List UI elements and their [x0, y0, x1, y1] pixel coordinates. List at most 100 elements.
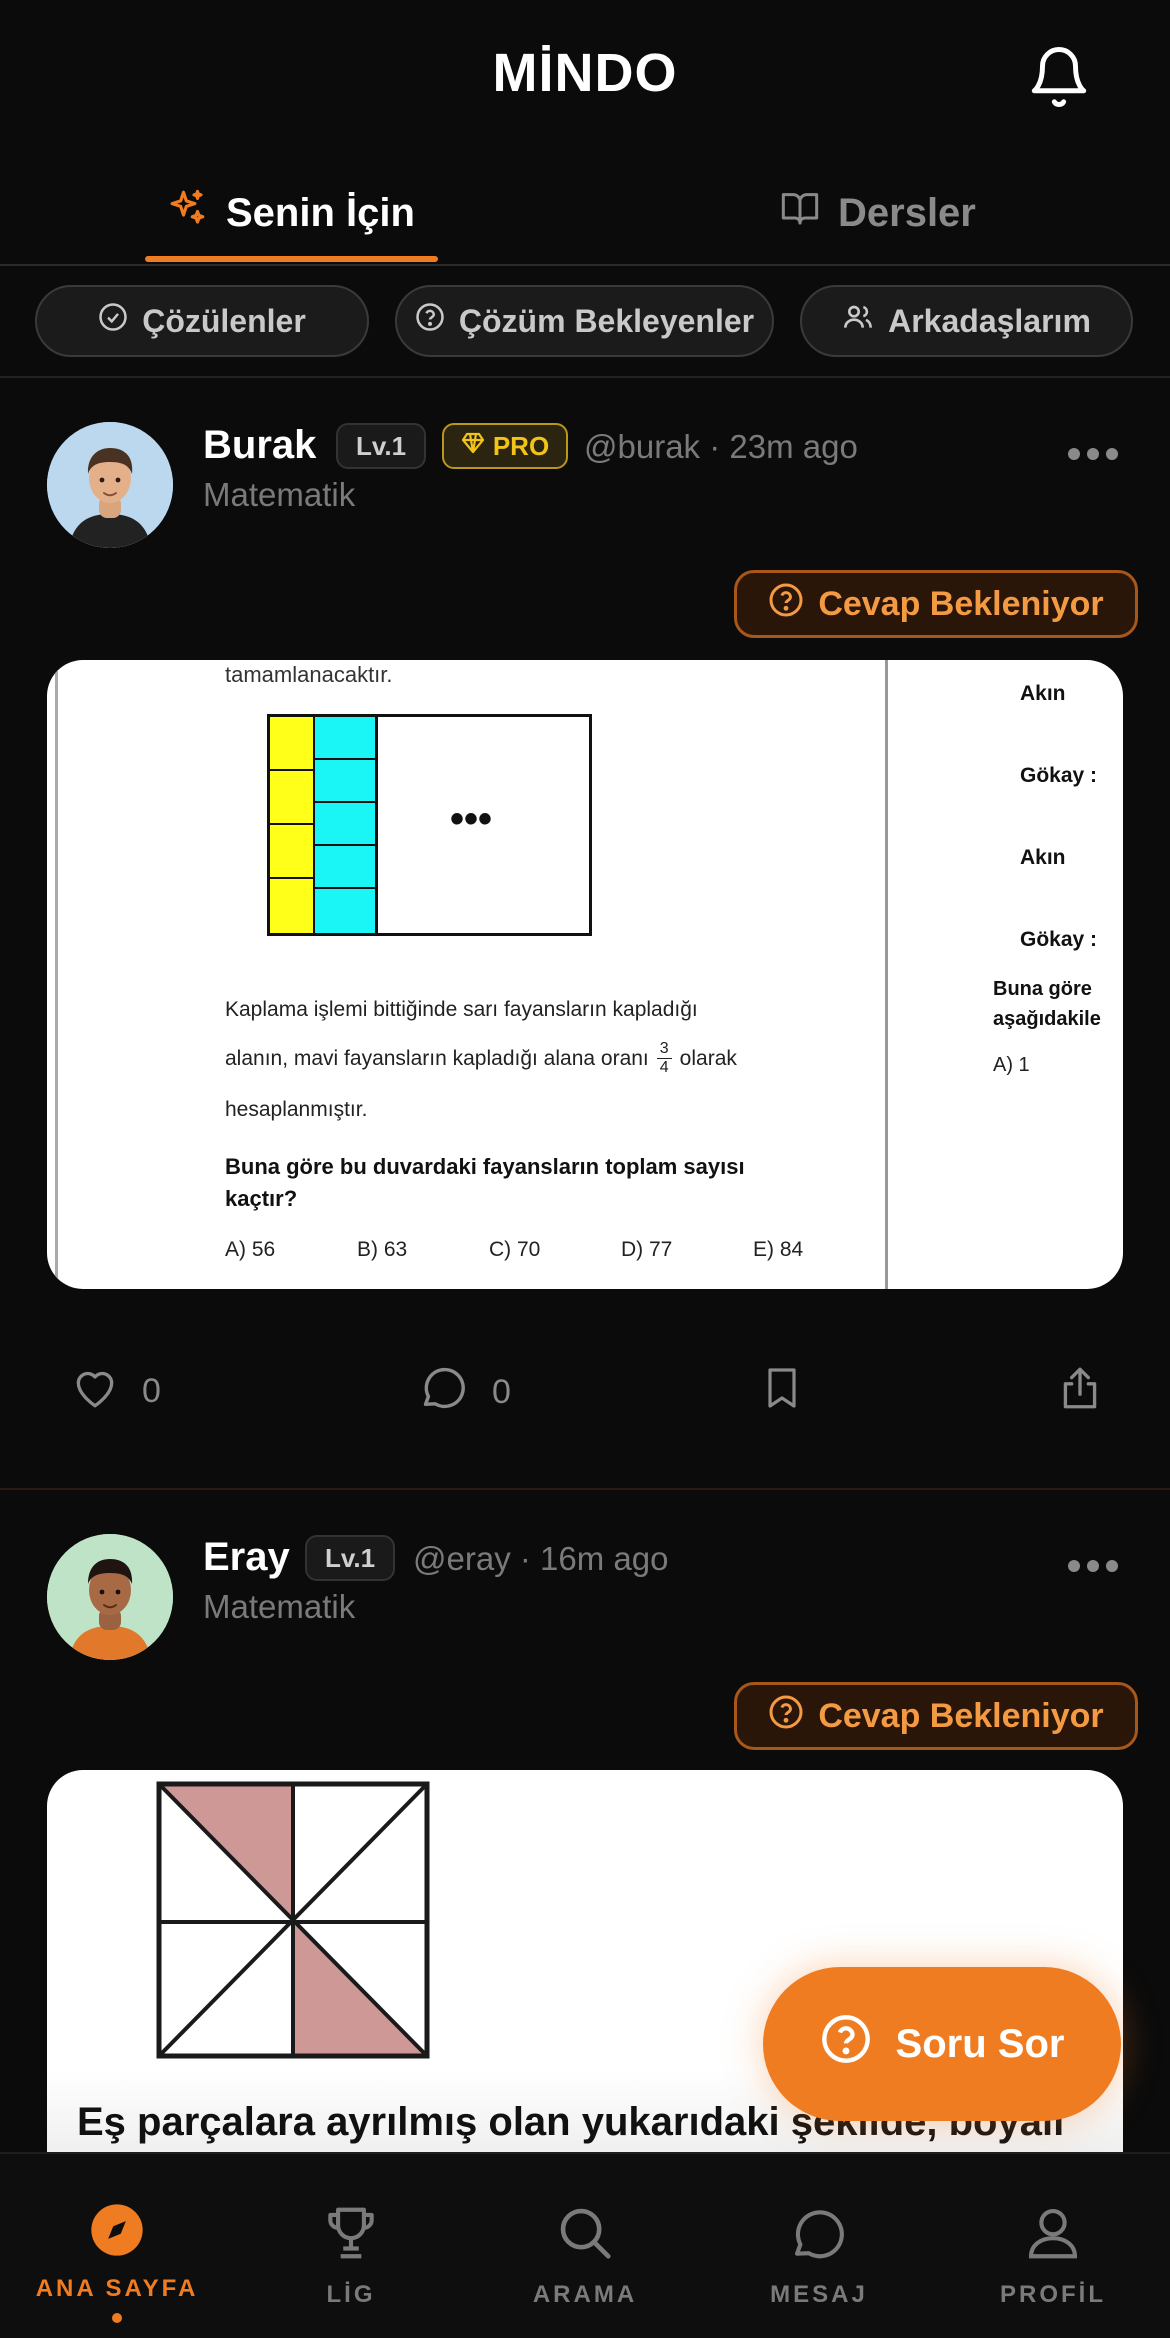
bookmark-button[interactable] — [758, 1362, 806, 1423]
nav-label: MESAJ — [770, 2281, 868, 2308]
ask-question-button[interactable]: Soru Sor — [763, 1967, 1121, 2121]
answer-option: B) 63 — [357, 1238, 408, 1261]
filter-arkadaslarim[interactable]: Arkadaşlarım — [800, 285, 1133, 357]
post-subject: Matematik — [203, 476, 356, 513]
status-label: Cevap Bekleniyor — [818, 584, 1104, 623]
book-icon — [780, 188, 820, 238]
filter-label: Çözülenler — [142, 302, 306, 339]
check-circle-icon — [98, 302, 128, 340]
avatar[interactable] — [47, 422, 173, 548]
nav-label: LİG — [326, 2281, 376, 2308]
fab-label: Soru Sor — [895, 2021, 1065, 2066]
level-badge: Lv.1 — [336, 423, 426, 469]
sparkles-icon — [166, 187, 208, 239]
filter-chips: Çözülenler Çözüm Bekleyenler Arkadaşları… — [0, 285, 1170, 377]
question-text: alanın, mavi fayansların kapladığı alana… — [225, 1046, 649, 1070]
side-text: Akın — [1020, 846, 1066, 869]
status-label: Cevap Bekleniyor — [818, 1696, 1104, 1735]
question-text-line: alanın, mavi fayansların kapladığı alana… — [225, 1040, 737, 1077]
nav-arama[interactable]: ARAMA — [468, 2154, 702, 2338]
answer-option: E) 84 — [753, 1238, 804, 1261]
side-text: Gökay : — [1020, 928, 1098, 951]
chat-icon — [788, 2202, 850, 2269]
filter-label: Çözüm Bekleyenler — [458, 302, 755, 339]
nav-profil[interactable]: PROFİL — [936, 2154, 1170, 2338]
share-icon — [1055, 1362, 1105, 1423]
answer-option: D) 77 — [621, 1238, 673, 1261]
tab-label: Dersler — [838, 190, 976, 235]
post-handle-time: @eray · 16m ago — [413, 1540, 669, 1577]
bell-icon[interactable] — [1026, 44, 1092, 110]
like-count: 0 — [142, 1372, 161, 1410]
answer-options: A) 56 B) 63 C) 70 D) 77 E) 84 — [225, 1238, 865, 1268]
tab-dersler[interactable]: Dersler — [780, 160, 976, 266]
diamond-icon — [461, 431, 485, 462]
question-text: hesaplanmıştır. — [225, 1098, 368, 1121]
feed-tabs: Senin İçin Dersler — [0, 160, 1170, 266]
question-prompt: kaçtır? — [225, 1186, 298, 1211]
like-button[interactable]: 0 — [70, 1362, 161, 1421]
page-separator — [885, 660, 888, 1289]
app-header: MİNDO — [0, 0, 1170, 150]
app-title: MİNDO — [492, 43, 678, 103]
fraction-denominator: 4 — [659, 1059, 669, 1076]
question-circle-icon — [820, 2013, 872, 2075]
question-circle-icon — [768, 582, 804, 627]
tab-senin-icin[interactable]: Senin İçin — [166, 160, 415, 266]
tile-figure: ••• — [267, 714, 592, 936]
active-dot — [112, 2313, 122, 2323]
trophy-icon — [320, 2202, 382, 2269]
post-actions: 0 0 — [0, 1362, 1170, 1432]
question-circle-icon — [415, 302, 445, 340]
answer-option: A) 56 — [225, 1238, 276, 1261]
bottom-nav: ANA SAYFA LİG ARAMA MESAJ PROFİL — [0, 2152, 1170, 2338]
ellipsis-dots: ••• — [450, 797, 493, 841]
post-username[interactable]: Burak — [203, 423, 316, 468]
side-text: Buna göre — [993, 978, 1092, 1000]
user-icon — [1022, 2202, 1084, 2269]
side-text: aşağıdakile — [993, 1008, 1101, 1030]
post-username[interactable]: Eray — [203, 1535, 290, 1580]
status-badge: Cevap Bekleniyor — [734, 1682, 1138, 1750]
nav-label: PROFİL — [1000, 2281, 1106, 2308]
post-handle-time: @burak · 23m ago — [584, 428, 858, 465]
avatar[interactable] — [47, 1534, 173, 1660]
search-icon — [554, 2202, 616, 2269]
fraction: 3 4 — [656, 1040, 672, 1077]
nav-label: ANA SAYFA — [35, 2275, 199, 2302]
more-options-icon[interactable] — [1068, 1560, 1118, 1574]
post-card[interactable]: Burak Lv.1 PRO @burak · 23m ago Matemati… — [0, 378, 1170, 1490]
active-tab-indicator — [145, 256, 438, 262]
chat-bubble-icon — [418, 1362, 470, 1423]
fraction-numerator: 3 — [656, 1040, 672, 1059]
question-image[interactable]: tamamlanacaktır. ••• Kaplama işlemi bitt… — [47, 660, 1123, 1289]
bookmark-icon — [758, 1362, 806, 1423]
level-badge: Lv.1 — [305, 1535, 395, 1581]
compass-icon — [89, 2202, 145, 2263]
filter-cozulenler[interactable]: Çözülenler — [35, 285, 369, 357]
nav-lig[interactable]: LİG — [234, 2154, 468, 2338]
heart-icon — [70, 1362, 120, 1421]
users-icon — [842, 301, 874, 341]
share-button[interactable] — [1055, 1362, 1105, 1423]
comment-button[interactable]: 0 — [418, 1362, 511, 1423]
geometry-figure — [156, 1781, 430, 2059]
question-text: tamamlanacaktır. — [225, 662, 393, 687]
filter-cozum-bekleyenler[interactable]: Çözüm Bekleyenler — [395, 285, 774, 357]
question-text: Kaplama işlemi bittiğinde sarı fayanslar… — [225, 998, 698, 1021]
comment-count: 0 — [492, 1373, 511, 1411]
scan-edge — [55, 660, 58, 1289]
filter-label: Arkadaşlarım — [888, 302, 1091, 339]
more-options-icon[interactable] — [1068, 448, 1118, 462]
tab-label: Senin İçin — [226, 190, 415, 235]
pro-label: PRO — [492, 430, 550, 461]
pro-badge: PRO — [442, 423, 568, 469]
nav-ana-sayfa[interactable]: ANA SAYFA — [0, 2154, 234, 2338]
question-circle-icon — [768, 1694, 804, 1739]
question-prompt: Buna göre bu duvardaki fayansların topla… — [225, 1154, 745, 1179]
answer-option: C) 70 — [489, 1238, 541, 1261]
side-text: Gökay : — [1020, 764, 1098, 787]
status-badge: Cevap Bekleniyor — [734, 570, 1138, 638]
nav-mesaj[interactable]: MESAJ — [702, 2154, 936, 2338]
side-text: Akın — [1020, 682, 1066, 705]
